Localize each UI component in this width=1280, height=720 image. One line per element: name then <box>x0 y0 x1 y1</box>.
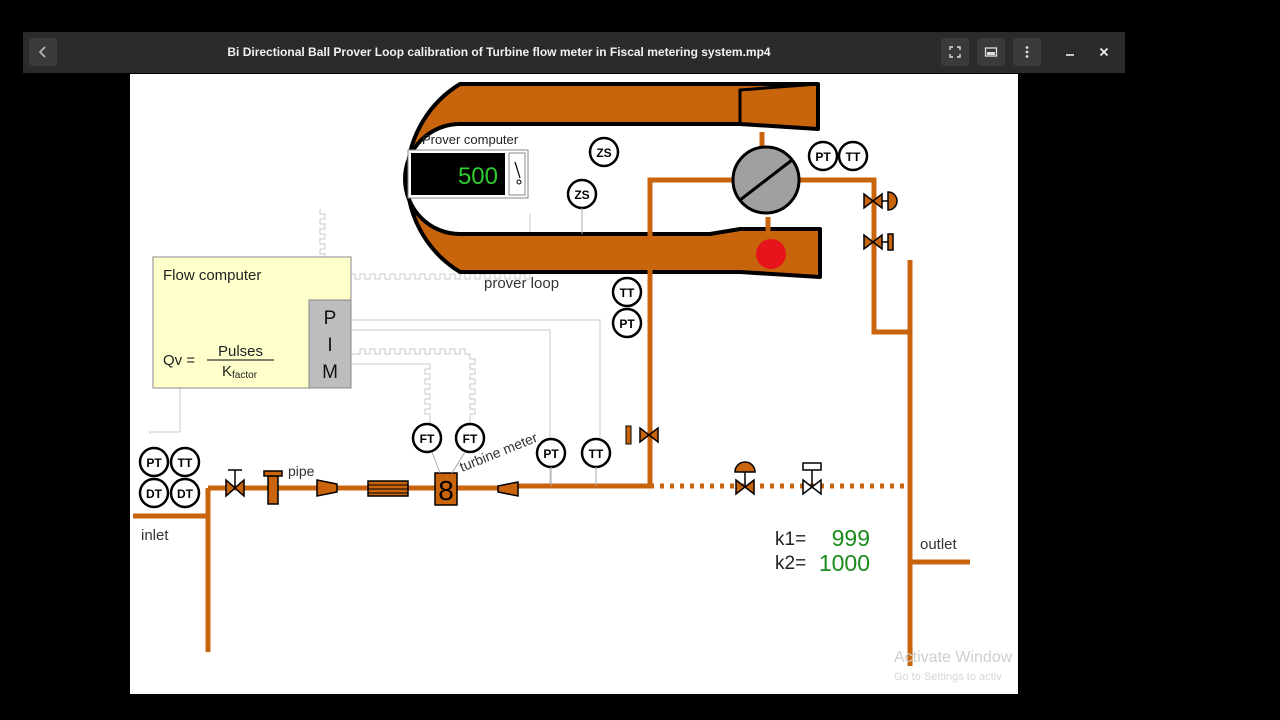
outlet-label: outlet <box>920 536 958 553</box>
player-window: Bi Directional Ball Prover Loop calibrat… <box>23 32 1125 73</box>
pim-letter-p: P <box>324 308 337 329</box>
flow-computer: Flow computer Qv = Pulses Kfactor P I M <box>152 256 352 389</box>
chevron-left-icon <box>38 46 46 58</box>
more-vertical-icon <box>1025 46 1029 58</box>
svg-text:FT: FT <box>420 432 435 446</box>
prover-ball <box>756 239 786 269</box>
minimize-button[interactable] <box>1056 38 1084 66</box>
k2-label: k2= <box>775 553 806 574</box>
svg-text:PT: PT <box>146 456 162 470</box>
svg-text:DT: DT <box>146 487 163 501</box>
formula-numerator: Pulses <box>218 343 263 360</box>
close-icon <box>1099 47 1109 57</box>
video-frame[interactable]: 8 Prover computer 500 Flow computer Qv =… <box>130 74 1018 694</box>
formula-qv: Qv = <box>163 352 195 369</box>
menu-button[interactable] <box>1013 38 1041 66</box>
inlet-label: inlet <box>141 527 169 544</box>
back-button[interactable] <box>29 38 57 66</box>
zs-lower: ZS <box>566 178 598 234</box>
fullscreen-button[interactable] <box>941 38 969 66</box>
watermark-line-1: Activate Window <box>894 649 1013 666</box>
minimize-icon <box>1066 54 1074 56</box>
pt-inlet: PT <box>138 446 170 478</box>
title-bar: Bi Directional Ball Prover Loop calibrat… <box>23 32 1125 73</box>
miniplayer-icon <box>984 47 998 57</box>
tt-meter-run: TT <box>580 437 612 486</box>
svg-text:TT: TT <box>589 447 604 461</box>
ft-1: FT <box>411 422 443 474</box>
tt-prover-inlet: TT <box>611 276 643 308</box>
prover-computer-label: Prover computer <box>422 132 519 147</box>
pim-letter-i: I <box>327 335 332 356</box>
prover-loop-label: prover loop <box>484 275 559 292</box>
svg-text:ZS: ZS <box>574 188 589 202</box>
svg-text:FT: FT <box>463 432 478 446</box>
pim-letter-m: M <box>322 362 338 383</box>
svg-text:PT: PT <box>619 317 635 331</box>
miniplayer-button[interactable] <box>977 38 1005 66</box>
pt-prover-outlet: PT <box>807 140 839 172</box>
tt-prover-outlet: TT <box>837 140 869 172</box>
k1-value: 999 <box>832 525 870 551</box>
prover-computer: Prover computer 500 <box>407 132 529 199</box>
turbine-digit: 8 <box>438 475 454 506</box>
four-way-valve <box>731 145 801 215</box>
svg-text:TT: TT <box>178 456 193 470</box>
prover-diagram: 8 Prover computer 500 Flow computer Qv =… <box>133 82 1013 683</box>
close-button[interactable] <box>1090 38 1118 66</box>
formula-denominator-sub: factor <box>232 370 258 381</box>
svg-text:TT: TT <box>620 286 635 300</box>
dt-inlet-1: DT <box>138 477 170 509</box>
pipe-network <box>133 132 970 666</box>
fullscreen-icon <box>949 46 961 58</box>
flow-computer-label: Flow computer <box>163 267 261 284</box>
pt-meter-run: PT <box>535 437 567 486</box>
svg-text:PT: PT <box>543 447 559 461</box>
k1-label: k1= <box>775 529 806 550</box>
zs-upper: ZS <box>588 136 620 168</box>
pipe-label: pipe <box>288 463 315 479</box>
svg-text:DT: DT <box>177 487 194 501</box>
formula-denominator-k: K <box>222 363 232 380</box>
svg-text:ZS: ZS <box>596 146 611 160</box>
svg-text:TT: TT <box>846 150 861 164</box>
k2-value: 1000 <box>819 550 870 576</box>
watermark-line-2: Go to Settings to activ <box>894 671 1002 683</box>
window-title: Bi Directional Ball Prover Loop calibrat… <box>227 45 771 59</box>
pt-prover-inlet: PT <box>611 307 643 339</box>
dt-inlet-2: DT <box>169 477 201 509</box>
tt-inlet: TT <box>169 446 201 478</box>
svg-text:PT: PT <box>815 150 831 164</box>
prover-display-value: 500 <box>458 163 498 190</box>
